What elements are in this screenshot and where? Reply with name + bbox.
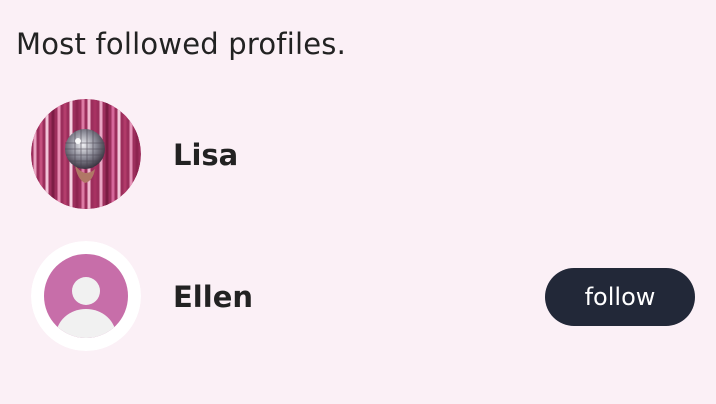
- profile-row-lisa: Lisa: [0, 99, 716, 211]
- section-title: Most followed profiles.: [16, 27, 346, 61]
- follow-button[interactable]: follow: [545, 268, 695, 326]
- profile-name[interactable]: Lisa: [173, 135, 238, 175]
- profile-avatar-lisa[interactable]: [31, 99, 141, 209]
- profile-avatar-ellen[interactable]: [31, 241, 141, 351]
- disco-ball-photo-icon: [31, 99, 141, 209]
- profile-row-ellen: Ellen follow: [0, 241, 716, 353]
- profile-name[interactable]: Ellen: [173, 277, 253, 317]
- default-user-avatar-icon: [31, 241, 141, 351]
